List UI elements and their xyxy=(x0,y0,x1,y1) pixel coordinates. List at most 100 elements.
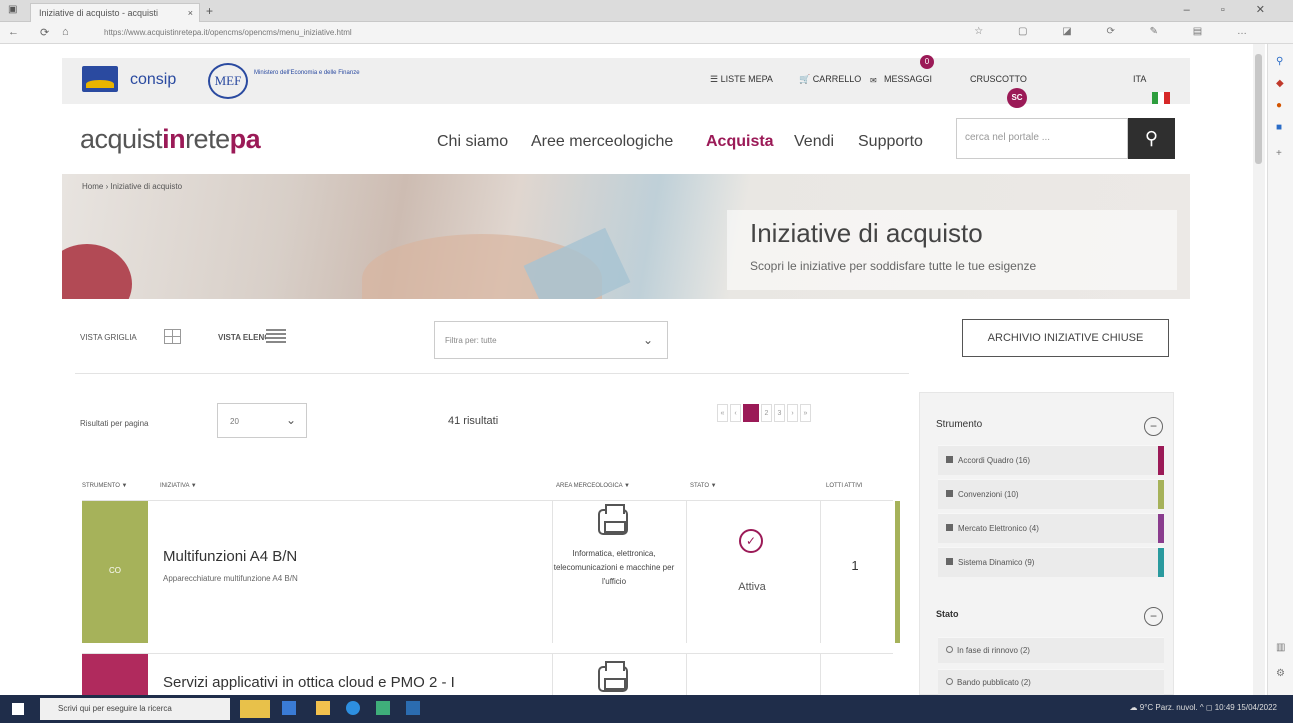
divider xyxy=(75,373,909,374)
pager-last[interactable]: » xyxy=(800,404,811,422)
new-tab-button[interactable]: + xyxy=(206,4,213,18)
cruscotto-link[interactable]: CRUSCOTTO xyxy=(970,74,1027,84)
office-icon[interactable]: ● xyxy=(1276,100,1282,111)
breadcrumb[interactable]: Home › Iniziative di acquisto xyxy=(82,182,182,191)
consip-logo-icon[interactable] xyxy=(82,66,118,92)
add-icon[interactable]: + xyxy=(1276,148,1282,159)
browser-side-panel: ⚲ ◆ ● ■ + ▥ ⚙ xyxy=(1267,44,1293,695)
home-icon[interactable]: ⌂ xyxy=(62,26,69,38)
pager-first[interactable]: « xyxy=(717,404,728,422)
filter-accordi-quadro[interactable]: Accordi Quadro (16) xyxy=(938,445,1164,475)
nav-acquista[interactable]: Acquista xyxy=(706,133,774,151)
liste-mepa-link[interactable]: ☰ LISTE MEPA xyxy=(710,74,773,85)
nav-aree-merceologiche[interactable]: Aree merceologiche xyxy=(531,133,673,151)
edge-browser-icon[interactable] xyxy=(346,701,360,715)
window-controls[interactable]: – ▫ ✕ xyxy=(1184,3,1279,16)
brand-part-2: in xyxy=(162,124,186,154)
windows-start-icon[interactable] xyxy=(12,703,24,715)
filter-select[interactable]: Filtra per: tutte ⌄ xyxy=(434,321,668,359)
status-badge: Attiva xyxy=(738,581,766,593)
filter-strumento-title: Strumento xyxy=(936,419,983,430)
archivio-iniziative-button[interactable]: ARCHIVIO INIZIATIVE CHIUSE xyxy=(962,319,1169,357)
consip-wordmark[interactable]: consip xyxy=(130,71,176,89)
tab-title: Iniziative di acquisto - acquisti xyxy=(39,8,159,18)
page-scrollbar[interactable] xyxy=(1253,44,1265,695)
table-row[interactable]: Servizi applicativi in ottica cloud e PM… xyxy=(82,653,893,695)
panel-layout-icon[interactable]: ▥ xyxy=(1276,642,1285,653)
pagination: « ‹ 1 2 3 › » xyxy=(717,404,811,422)
brand-part-4: pa xyxy=(229,124,261,154)
chevron-down-icon: ⌄ xyxy=(642,333,653,347)
iniziativa-title[interactable]: Multifunzioni A4 B/N xyxy=(163,548,297,565)
hero-banner xyxy=(62,174,1190,299)
collections-icon[interactable]: ◆ xyxy=(1276,78,1284,89)
window-menu-icon[interactable]: ▣ xyxy=(8,4,17,15)
reload-icon[interactable]: ⟳ xyxy=(40,26,49,39)
strumento-tag: CO xyxy=(82,501,148,643)
results-per-page-value: 20 xyxy=(230,417,239,426)
site-logo[interactable]: acquistinretepa xyxy=(80,124,261,155)
list-view-icon[interactable] xyxy=(266,329,286,344)
printer-icon xyxy=(598,504,628,535)
avatar[interactable]: SC xyxy=(1007,88,1027,108)
language-selector[interactable]: ITA xyxy=(1133,74,1146,84)
search-input[interactable]: cerca nel portale ... xyxy=(956,118,1128,159)
store-icon[interactable] xyxy=(376,701,390,715)
settings-icon[interactable]: ⚙ xyxy=(1276,668,1285,679)
italy-flag-icon[interactable] xyxy=(1152,92,1170,104)
file-explorer-icon[interactable] xyxy=(316,701,330,715)
pager-page-3[interactable]: 3 xyxy=(774,404,785,422)
scrollbar-thumb[interactable] xyxy=(1255,54,1262,164)
browser-tools[interactable]: ☆ ▢ ◪ ⟳ ✎ ▤ … xyxy=(974,26,1263,37)
hero-image-card xyxy=(523,227,631,299)
pager-page-1[interactable]: 1 xyxy=(743,404,759,422)
iniziativa-title[interactable]: Servizi applicativi in ottica cloud e PM… xyxy=(163,674,455,691)
messaggi-link[interactable]: MESSAGGI xyxy=(884,74,932,84)
messaggi-icon[interactable]: ✉ xyxy=(870,76,877,85)
mail-icon[interactable] xyxy=(406,701,420,715)
system-tray[interactable]: ☁ 9°C Parz. nuvol. ^ ◻ 10:49 15/04/2022 xyxy=(1130,703,1277,712)
column-stato[interactable]: STATO ▼ xyxy=(690,483,717,489)
divider xyxy=(552,654,553,695)
mef-description: Ministero dell'Economia e delle Finanze xyxy=(254,70,360,76)
pager-prev[interactable]: ‹ xyxy=(730,404,741,422)
vista-griglia-label[interactable]: VISTA GRIGLIA xyxy=(80,333,137,342)
pager-page-2[interactable]: 2 xyxy=(761,404,772,422)
nav-supporto[interactable]: Supporto xyxy=(858,133,923,151)
back-icon[interactable]: ← xyxy=(8,26,19,38)
browser-tab[interactable]: Iniziative di acquisto - acquisti × xyxy=(30,3,200,22)
url-field[interactable]: https://www.acquistinretepa.it/opencms/o… xyxy=(104,26,1064,40)
divider xyxy=(686,654,687,695)
results-per-page-select[interactable]: 20 ⌄ xyxy=(217,403,307,438)
widgets-icon[interactable] xyxy=(240,700,270,718)
hero-image-decoration xyxy=(62,244,132,299)
nav-chi-siamo[interactable]: Chi siamo xyxy=(437,133,508,151)
filter-mercato-elettronico[interactable]: Mercato Elettronico (4) xyxy=(938,513,1164,543)
search-button[interactable]: ⚲ xyxy=(1128,118,1175,159)
column-strumento[interactable]: STRUMENTO ▼ xyxy=(82,483,128,489)
grid-view-icon[interactable] xyxy=(164,329,181,344)
check-circle-icon: ✓ xyxy=(739,529,763,553)
collapse-icon[interactable]: − xyxy=(1144,607,1163,626)
filter-sistema-dinamico[interactable]: Sistema Dinamico (9) xyxy=(938,547,1164,577)
message-count-badge: 0 xyxy=(920,55,934,69)
carrello-link[interactable]: 🛒 CARRELLO xyxy=(799,74,861,85)
nav-vendi[interactable]: Vendi xyxy=(794,133,834,151)
mef-logo-icon[interactable]: MEF xyxy=(208,63,248,99)
table-row[interactable]: CO Multifunzioni A4 B/N Apparecchiature … xyxy=(82,500,900,643)
brand-part-3: rete xyxy=(185,124,230,154)
filter-in-fase-di-rinnovo[interactable]: In fase di rinnovo (2) xyxy=(938,637,1164,663)
pager-next[interactable]: › xyxy=(787,404,798,422)
collapse-icon[interactable]: − xyxy=(1144,417,1163,436)
column-iniziativa[interactable]: INIZIATIVA ▼ xyxy=(160,483,197,489)
task-view-icon[interactable] xyxy=(282,701,296,715)
chevron-down-icon: ⌄ xyxy=(285,413,296,427)
column-area-merceologica[interactable]: AREA MERCEOLOGICA ▼ xyxy=(556,483,630,489)
filter-bando-pubblicato[interactable]: Bando pubblicato (2) xyxy=(938,669,1164,695)
filter-label: Convenzioni (10) xyxy=(958,490,1019,499)
taskbar-search-input[interactable]: Scrivi qui per eseguire la ricerca xyxy=(40,698,230,720)
filter-convenzioni[interactable]: Convenzioni (10) xyxy=(938,479,1164,509)
outlook-icon[interactable]: ■ xyxy=(1276,122,1282,133)
tab-close-icon[interactable]: × xyxy=(188,4,193,22)
search-icon[interactable]: ⚲ xyxy=(1276,56,1283,67)
